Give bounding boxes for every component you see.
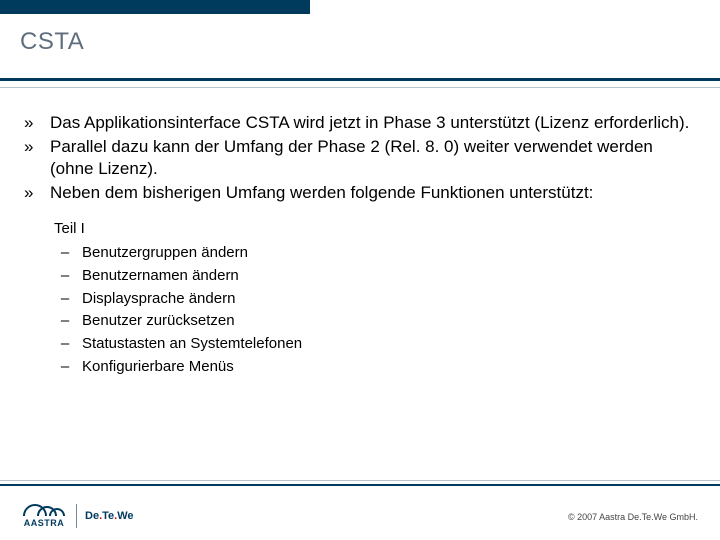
raquo-icon: » — [24, 112, 50, 134]
dash-text: Konfigurierbare Menüs — [82, 356, 696, 378]
dash-text: Benutzer zurücksetzen — [82, 310, 696, 332]
title-rule — [0, 78, 720, 88]
logo-separator — [76, 504, 77, 528]
logo-aastra: AASTRA — [22, 503, 66, 528]
aastra-arcs-icon — [22, 503, 66, 517]
copyright-text: © 2007 Aastra De.Te.We GmbH. — [568, 512, 698, 522]
bullet-text: Das Applikationsinterface CSTA wird jetz… — [50, 112, 696, 134]
logo-block: AASTRA De.Te.We — [22, 503, 134, 528]
dash-icon: – — [54, 288, 82, 310]
top-accent-bar — [0, 0, 310, 14]
bullet-text: Parallel dazu kann der Umfang der Phase … — [50, 136, 696, 180]
dash-text: Statustasten an Systemtelefonen — [82, 333, 696, 355]
list-item: – Konfigurierbare Menüs — [54, 356, 696, 378]
sublist-block: Teil I – Benutzergruppen ändern – Benutz… — [54, 218, 696, 377]
raquo-icon: » — [24, 182, 50, 204]
logo-aastra-text: AASTRA — [24, 518, 65, 528]
footer-rule — [0, 480, 720, 486]
dash-text: Benutzernamen ändern — [82, 265, 696, 287]
list-item: – Displaysprache ändern — [54, 288, 696, 310]
list-item: » Neben dem bisherigen Umfang werden fol… — [24, 182, 696, 204]
logo-detewe: De.Te.We — [85, 510, 134, 522]
raquo-icon: » — [24, 136, 50, 180]
slide: CSTA » Das Applikationsinterface CSTA wi… — [0, 0, 720, 540]
logo-detewe-part: Te — [102, 510, 114, 522]
dash-text: Benutzergruppen ändern — [82, 242, 696, 264]
page-title: CSTA — [20, 28, 84, 56]
dash-list: – Benutzergruppen ändern – Benutzernamen… — [54, 242, 696, 378]
dash-icon: – — [54, 310, 82, 332]
list-item: » Das Applikationsinterface CSTA wird je… — [24, 112, 696, 134]
content-area: » Das Applikationsinterface CSTA wird je… — [24, 112, 696, 379]
dash-text: Displaysprache ändern — [82, 288, 696, 310]
bullet-list: » Das Applikationsinterface CSTA wird je… — [24, 112, 696, 204]
dash-icon: – — [54, 242, 82, 264]
part-label: Teil I — [54, 218, 696, 240]
dash-icon: – — [54, 333, 82, 355]
dash-icon: – — [54, 265, 82, 287]
list-item: » Parallel dazu kann der Umfang der Phas… — [24, 136, 696, 180]
logo-detewe-part: De — [85, 510, 99, 522]
list-item: – Benutzer zurücksetzen — [54, 310, 696, 332]
list-item: – Statustasten an Systemtelefonen — [54, 333, 696, 355]
list-item: – Benutzernamen ändern — [54, 265, 696, 287]
list-item: – Benutzergruppen ändern — [54, 242, 696, 264]
logo-detewe-part: We — [117, 510, 133, 522]
dash-icon: – — [54, 356, 82, 378]
bullet-text: Neben dem bisherigen Umfang werden folge… — [50, 182, 696, 204]
